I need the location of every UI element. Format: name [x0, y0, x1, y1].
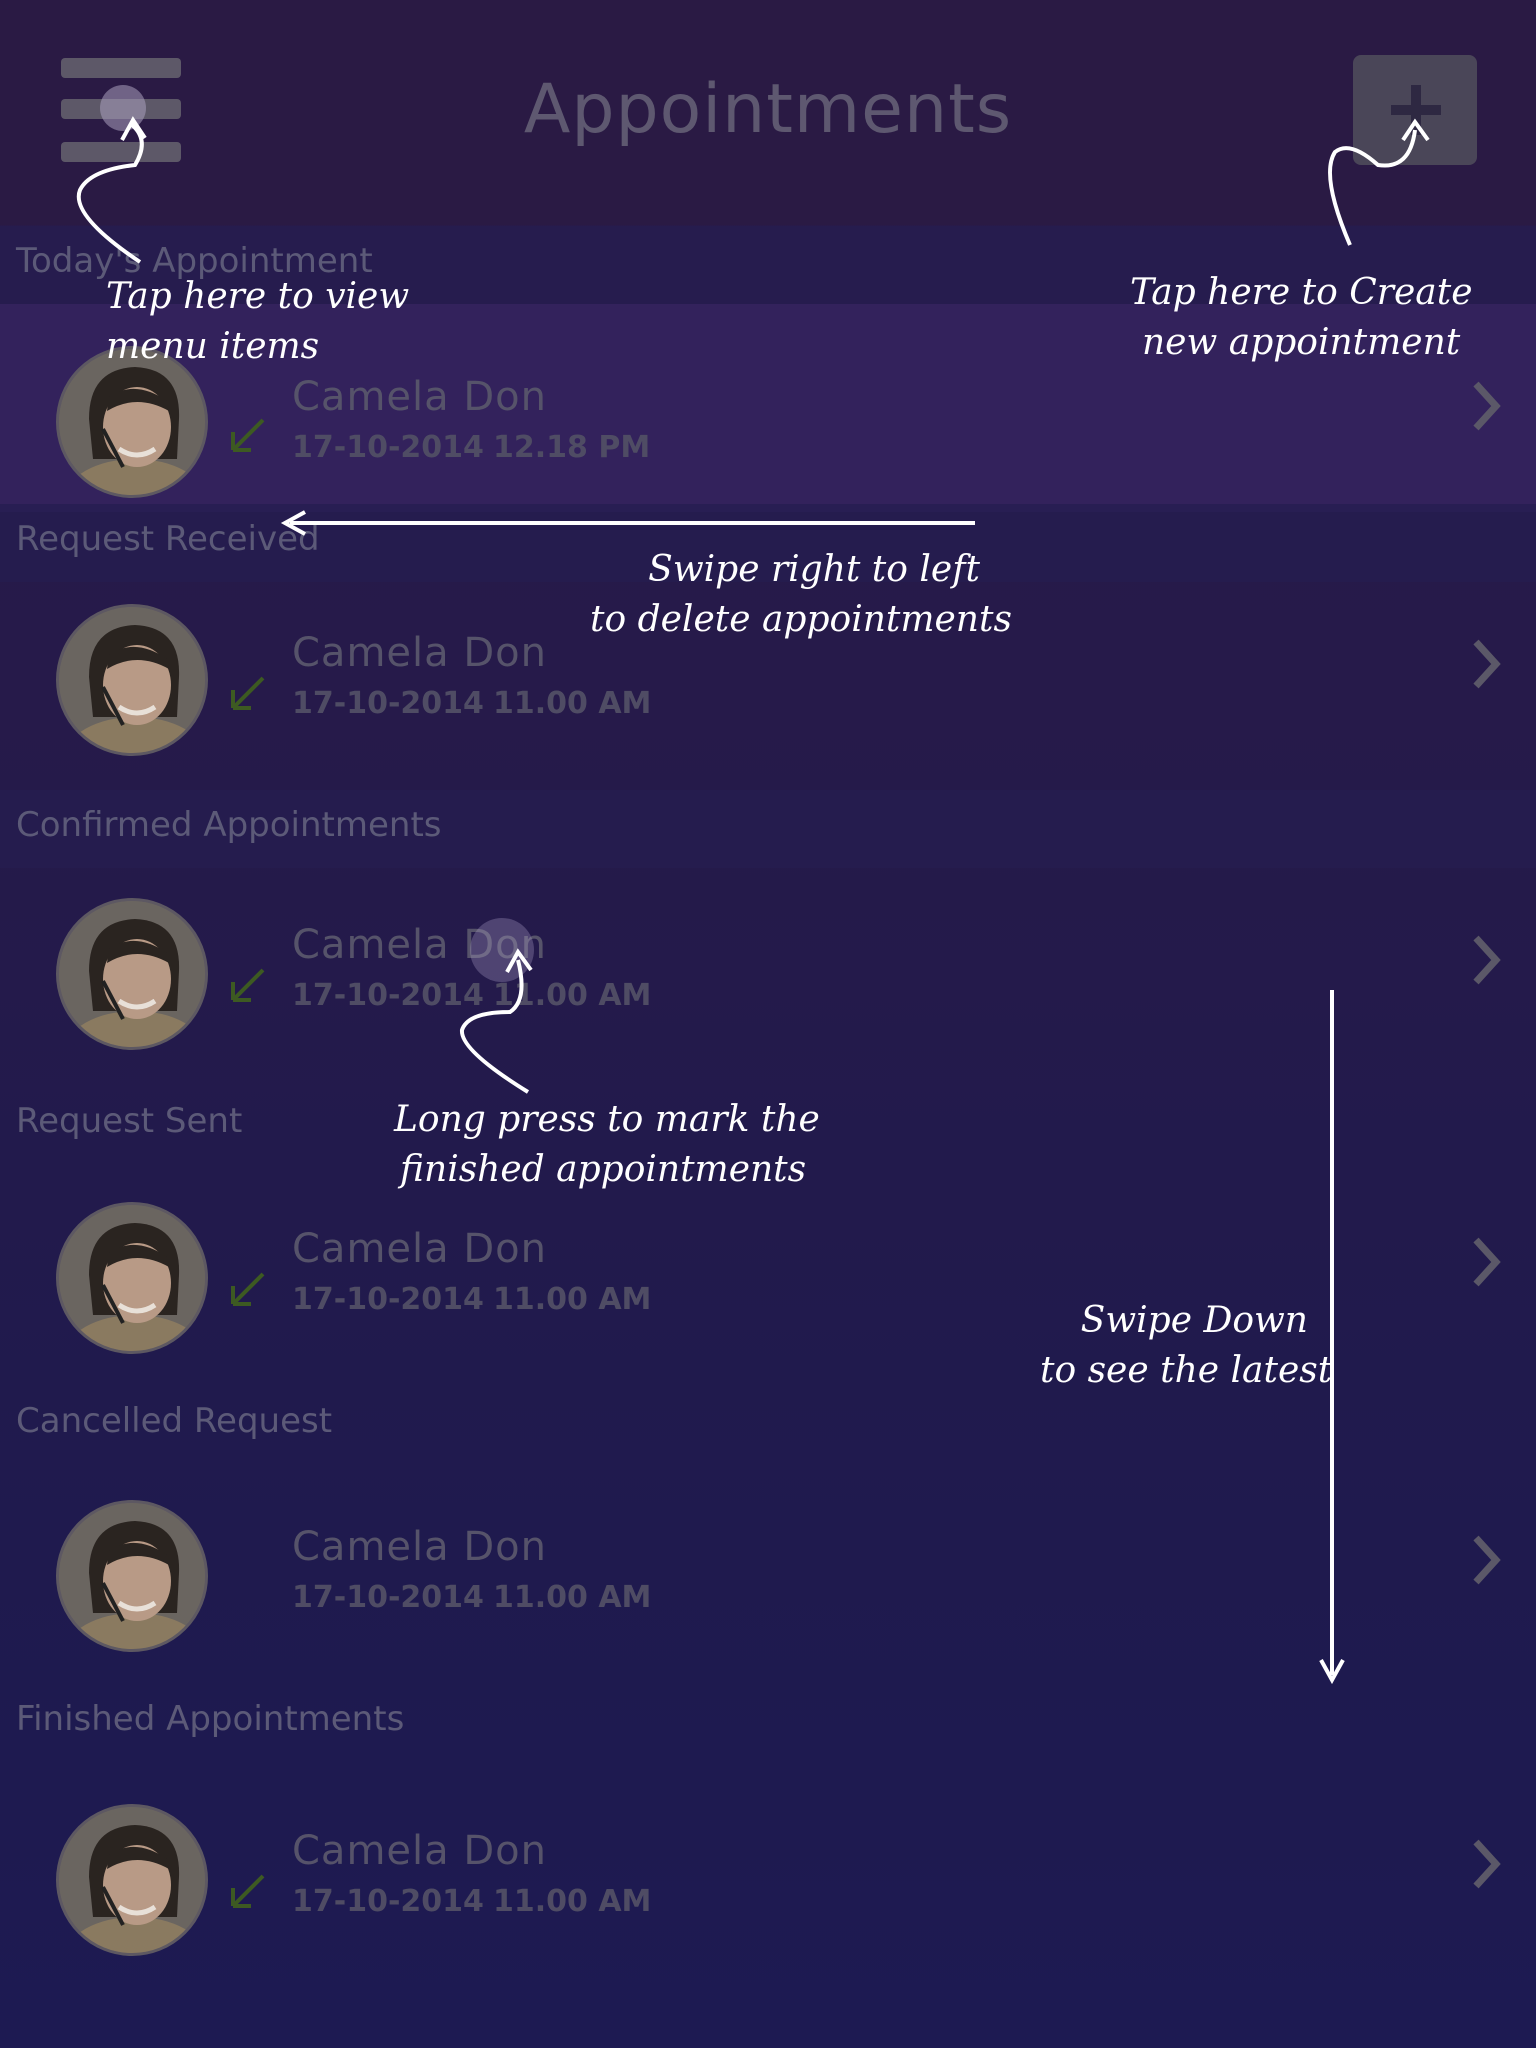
chevron-right-icon — [1473, 381, 1501, 431]
section-label: Request Sent — [16, 1101, 243, 1141]
section-header-confirmed: Confirmed Appointments — [0, 790, 1536, 868]
annotation-line: menu items — [106, 326, 320, 367]
avatar — [56, 1804, 208, 1956]
check-arrow-icon — [231, 968, 265, 1002]
annotation-menu: Tap here to view menu items — [106, 272, 409, 372]
avatar — [56, 1500, 208, 1652]
add-appointment-button[interactable] — [1353, 55, 1477, 165]
chevron-right-icon — [1473, 935, 1501, 985]
annotation-create: Tap here to Create new appointment — [1130, 268, 1473, 368]
top-bar: Appointments — [0, 0, 1536, 225]
contact-name: Camela Don — [292, 1226, 547, 1272]
check-arrow-icon — [231, 676, 265, 710]
appointment-row[interactable]: Camela Don 17-10-2014 11.00 AM — [0, 1770, 1536, 1978]
annotation-swipe-down: Swipe Down to see the latest — [1040, 1296, 1333, 1396]
contact-name: Camela Don — [292, 630, 547, 676]
appointment-date: 17-10-2014 — [292, 686, 484, 721]
appointment-date: 17-10-2014 — [292, 1282, 484, 1317]
annotation-long-press: Long press to mark the finished appointm… — [394, 1095, 820, 1195]
check-arrow-icon — [231, 1874, 265, 1908]
annotation-line: new appointment — [1142, 322, 1461, 363]
section-label: Confirmed Appointments — [16, 805, 442, 845]
avatar — [56, 898, 208, 1050]
appointment-time: 11.00 AM — [493, 1282, 652, 1317]
contact-name: Camela Don — [292, 1524, 547, 1570]
annotation-line: Swipe Down — [1080, 1300, 1308, 1341]
check-arrow-icon — [231, 1272, 265, 1306]
appointment-row[interactable]: Camela Don 17-10-2014 11.00 AM — [0, 868, 1536, 1076]
appointment-time: 12.18 PM — [493, 430, 651, 465]
appointment-time: 11.00 AM — [493, 978, 652, 1013]
section-label: Request Received — [16, 519, 320, 559]
appointment-date: 17-10-2014 — [292, 1884, 484, 1919]
section-label: Finished Appointments — [16, 1699, 405, 1739]
chevron-right-icon — [1473, 1839, 1501, 1889]
annotation-line: Tap here to view — [106, 276, 410, 317]
appointment-time: 11.00 AM — [493, 1580, 652, 1615]
avatar — [56, 604, 208, 756]
section-header-finished: Finished Appointments — [0, 1684, 1536, 1762]
page-title: Appointments — [523, 70, 1013, 149]
contact-name: Camela Don — [292, 374, 547, 420]
appointment-time: 11.00 AM — [493, 686, 652, 721]
annotation-line: to see the latest — [1040, 1350, 1333, 1391]
chevron-right-icon — [1473, 639, 1501, 689]
appointment-date: 17-10-2014 — [292, 1580, 484, 1615]
annotation-line: to delete appointments — [590, 599, 1012, 640]
annotation-swipe-delete: Swipe right to left to delete appointmen… — [590, 545, 1012, 645]
long-press-indicator — [470, 918, 534, 982]
annotation-line: Tap here to Create — [1130, 272, 1473, 313]
annotation-line: finished appointments — [400, 1149, 807, 1190]
check-arrow-icon — [231, 418, 265, 452]
avatar — [56, 1202, 208, 1354]
appointment-date: 17-10-2014 — [292, 430, 484, 465]
annotation-line: Long press to mark the — [394, 1099, 820, 1140]
chevron-right-icon — [1473, 1535, 1501, 1585]
appointment-row[interactable]: Camela Don 17-10-2014 11.00 AM — [0, 1464, 1536, 1672]
appointment-date: 17-10-2014 — [292, 978, 484, 1013]
annotation-line: Swipe right to left — [648, 549, 980, 590]
contact-name: Camela Don — [292, 1828, 547, 1874]
chevron-right-icon — [1473, 1237, 1501, 1287]
section-header-cancelled: Cancelled Request — [0, 1386, 1536, 1464]
section-label: Cancelled Request — [16, 1401, 333, 1441]
appointment-time: 11.00 AM — [493, 1884, 652, 1919]
plus-icon — [1391, 85, 1441, 135]
